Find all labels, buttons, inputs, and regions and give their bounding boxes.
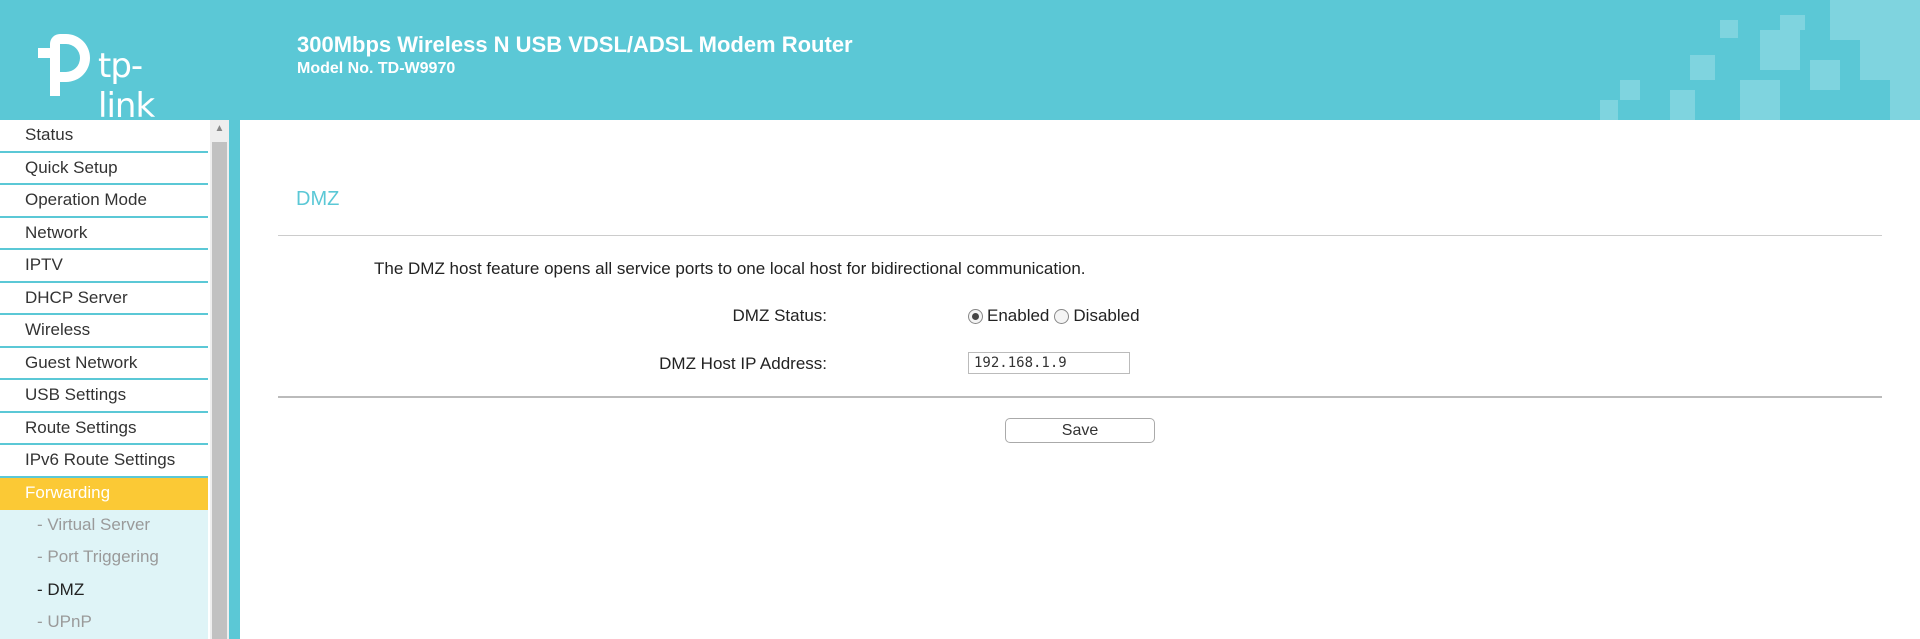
sidebar-item-usb-settings[interactable]: USB Settings <box>0 380 208 413</box>
scroll-up-arrow-icon[interactable]: ▲ <box>210 120 229 140</box>
sidebar-item-quick-setup[interactable]: Quick Setup <box>0 152 208 185</box>
product-title: 300Mbps Wireless N USB VDSL/ADSL Modem R… <box>297 32 853 57</box>
sidebar-item-route-settings[interactable]: Route Settings <box>0 412 208 445</box>
sidebar-item-dhcp-server[interactable]: DHCP Server <box>0 282 208 315</box>
page-title: DMZ <box>296 188 340 210</box>
title-divider <box>278 235 1882 236</box>
dmz-status-label: DMZ Status: <box>732 306 827 325</box>
sidebar-item-wireless[interactable]: Wireless <box>0 315 208 348</box>
dmz-host-ip-label: DMZ Host IP Address: <box>659 354 827 373</box>
sidebar-item-guest-network[interactable]: Guest Network <box>0 347 208 380</box>
tp-link-logo-icon <box>38 34 90 96</box>
dmz-host-ip-input[interactable] <box>968 352 1130 374</box>
dmz-disabled-label[interactable]: Disabled <box>1073 306 1139 326</box>
sidebar-item-operation-mode[interactable]: Operation Mode <box>0 185 208 218</box>
sidebar-item-network[interactable]: Network <box>0 217 208 250</box>
dmz-enabled-label[interactable]: Enabled <box>987 306 1049 326</box>
sidebar-item-forwarding[interactable]: Forwarding <box>0 477 208 510</box>
forwarding-submenu: - Virtual Server - Port Triggering - DMZ… <box>0 510 208 639</box>
scrollbar-thumb[interactable] <box>212 142 227 639</box>
sidebar-subitem-upnp[interactable]: - UPnP <box>0 607 208 639</box>
sidebar-item-status[interactable]: Status <box>0 120 208 153</box>
form-divider <box>278 396 1882 398</box>
tp-link-logo[interactable]: tp-link <box>28 32 198 120</box>
sidebar-scrollbar[interactable]: ▲ <box>210 120 229 639</box>
sidebar-menu: Status Quick Setup Operation Mode Networ… <box>0 120 229 639</box>
header-decoration-icon <box>1600 0 1920 120</box>
menu-list: Status Quick Setup Operation Mode Networ… <box>0 120 208 639</box>
sidebar-divider <box>229 120 240 639</box>
sidebar-item-iptv[interactable]: IPTV <box>0 250 208 283</box>
header-bar: tp-link 300Mbps Wireless N USB VDSL/ADSL… <box>0 0 1920 120</box>
sidebar-subitem-port-triggering[interactable]: - Port Triggering <box>0 542 208 574</box>
save-button[interactable]: Save <box>1005 418 1155 443</box>
main-content: DMZ The DMZ host feature opens all servi… <box>240 120 1920 639</box>
dmz-status-radio-group: Enabled Disabled <box>968 306 1145 326</box>
dmz-disabled-radio[interactable] <box>1054 308 1070 324</box>
sidebar-subitem-virtual-server[interactable]: - Virtual Server <box>0 510 208 542</box>
sidebar-subitem-dmz[interactable]: - DMZ <box>0 575 208 607</box>
sidebar-item-ipv6-route-settings[interactable]: IPv6 Route Settings <box>0 445 208 478</box>
logo-text: tp-link <box>98 46 155 120</box>
dmz-enabled-radio[interactable] <box>968 308 983 324</box>
dmz-description: The DMZ host feature opens all service p… <box>374 259 1086 278</box>
model-number: Model No. TD-W9970 <box>297 60 456 77</box>
